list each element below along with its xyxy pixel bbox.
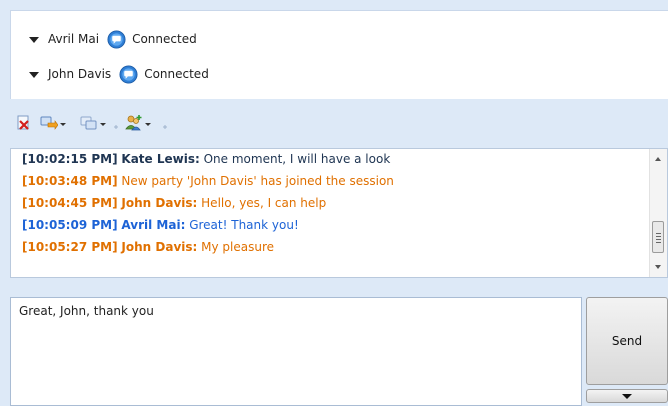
grip-line: [656, 236, 661, 237]
message-line: [10:03:48 PM] New party 'John Davis' has…: [22, 170, 645, 192]
message-text: One moment, I will have a look: [203, 152, 391, 166]
message-timestamp: [10:05:27 PM]: [22, 240, 118, 254]
participant-row-john[interactable]: John Davis Connected: [29, 63, 209, 85]
grip-line: [656, 233, 661, 234]
message-line: [10:02:15 PM] Kate Lewis: One moment, I …: [22, 149, 645, 170]
end-session-icon: [17, 115, 29, 130]
chevron-down-icon: [100, 122, 106, 126]
message-text: Great! Thank you!: [189, 218, 299, 232]
participants-panel: Avril Mai Connected John Davis Connected: [10, 10, 668, 99]
message-sender: John Davis:: [121, 240, 198, 254]
scrollbar-thumb[interactable]: [652, 221, 664, 253]
toolbar-separator: [163, 125, 167, 129]
message-timestamp: [10:04:45 PM]: [22, 196, 118, 210]
chevron-down-icon[interactable]: [29, 36, 39, 43]
message-text: My pleasure: [201, 240, 275, 254]
message-line: [10:04:45 PM] John Davis: Hello, yes, I …: [22, 192, 645, 214]
end-session-button[interactable]: [16, 113, 32, 133]
chevron-down-icon: [145, 122, 151, 126]
message-text: New party 'John Davis' has joined the se…: [121, 174, 394, 188]
chat-status-icon: [119, 64, 138, 84]
transcript-scrollbar[interactable]: [649, 149, 667, 277]
send-options-button[interactable]: [586, 389, 668, 403]
transfer-icon: [40, 116, 58, 130]
chat-transcript[interactable]: [10:02:15 PM] Kate Lewis: One moment, I …: [10, 148, 668, 278]
message-sender: Kate Lewis:: [121, 152, 200, 166]
participant-name: Avril Mai: [48, 32, 100, 46]
participant-status: Connected: [144, 67, 209, 81]
send-button[interactable]: Send: [586, 297, 668, 385]
participant-status: Connected: [132, 32, 197, 46]
message-sender: John Davis:: [121, 196, 198, 210]
chevron-down-icon[interactable]: [29, 71, 39, 78]
message-line: [10:05:27 PM] John Davis: My pleasure: [22, 236, 645, 258]
chevron-down-icon: [60, 122, 66, 126]
message-line: [10:05:09 PM] Avril Mai: Great! Thank yo…: [22, 214, 645, 236]
grip-line: [656, 239, 661, 240]
message-input[interactable]: Great, John, thank you: [10, 297, 582, 406]
add-party-button[interactable]: [125, 113, 151, 133]
message-timestamp: [10:03:48 PM]: [22, 174, 118, 188]
chat-status-icon: [107, 29, 126, 49]
transfer-button[interactable]: [40, 113, 66, 133]
toolbar: [10, 108, 270, 138]
conference-button[interactable]: [80, 113, 106, 133]
message-sender: Avril Mai:: [121, 218, 186, 232]
participant-name: John Davis: [48, 67, 112, 81]
conference-icon: [80, 116, 97, 130]
toolbar-separator: [114, 125, 118, 129]
message-list: [10:02:15 PM] Kate Lewis: One moment, I …: [22, 149, 645, 258]
scroll-up-icon[interactable]: [655, 157, 661, 161]
scroll-down-icon[interactable]: [655, 265, 661, 269]
participant-row-avril[interactable]: Avril Mai Connected: [29, 28, 197, 50]
message-text: Hello, yes, I can help: [201, 196, 327, 210]
add-party-icon: [125, 115, 142, 131]
chevron-down-icon: [622, 393, 632, 399]
grip-line: [656, 242, 661, 243]
message-timestamp: [10:05:09 PM]: [22, 218, 118, 232]
message-timestamp: [10:02:15 PM]: [22, 152, 118, 166]
